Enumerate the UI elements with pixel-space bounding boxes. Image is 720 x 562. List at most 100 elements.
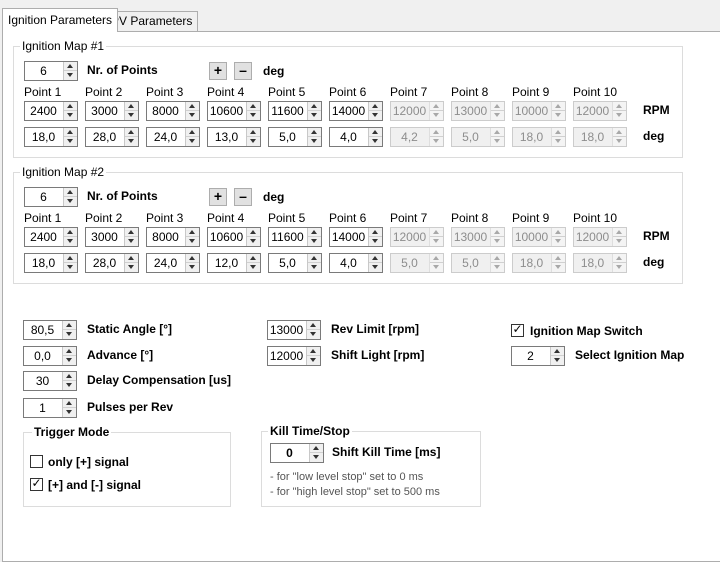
- spin-down-button[interactable]: [308, 237, 321, 246]
- spin-up-button[interactable]: [186, 254, 199, 263]
- map2-deg-point-1[interactable]: 18,0: [24, 253, 78, 273]
- pulses-per-rev-value[interactable]: 1: [24, 399, 61, 417]
- spin-down-button[interactable]: [186, 263, 199, 272]
- map2-deg-point-1-value[interactable]: 18,0: [25, 254, 62, 272]
- map2-deg-point-3[interactable]: 24,0: [146, 253, 200, 273]
- map1-minus-button[interactable]: –: [234, 62, 252, 80]
- map1-deg-point-4[interactable]: 13,0: [207, 127, 261, 147]
- map2-rpm-point-5[interactable]: 11600: [268, 227, 322, 247]
- spin-up-button[interactable]: [310, 444, 323, 453]
- spin-up-button[interactable]: [369, 128, 382, 137]
- spin-down-button[interactable]: [125, 263, 138, 272]
- spin-up-button[interactable]: [64, 254, 77, 263]
- spin-up-button[interactable]: [307, 321, 320, 330]
- select-ignition-map-stepper[interactable]: 2: [511, 346, 565, 366]
- spin-down-button[interactable]: [186, 137, 199, 146]
- spin-up-button[interactable]: [247, 102, 260, 111]
- map1-nr-points-stepper-value[interactable]: 6: [25, 62, 62, 80]
- map2-deg-point-6-value[interactable]: 4,0: [330, 254, 367, 272]
- spin-up-button[interactable]: [125, 254, 138, 263]
- spin-up-button[interactable]: [64, 102, 77, 111]
- spin-down-button[interactable]: [369, 111, 382, 120]
- map2-rpm-point-2[interactable]: 3000: [85, 227, 139, 247]
- map1-rpm-point-1[interactable]: 2400: [24, 101, 78, 121]
- map1-rpm-point-3[interactable]: 8000: [146, 101, 200, 121]
- spin-down-button[interactable]: [369, 237, 382, 246]
- spin-up-button[interactable]: [64, 62, 77, 71]
- map1-rpm-point-1-value[interactable]: 2400: [25, 102, 62, 120]
- spin-down-button[interactable]: [310, 453, 323, 462]
- map2-deg-point-3-value[interactable]: 24,0: [147, 254, 184, 272]
- spin-down-button[interactable]: [307, 356, 320, 365]
- map2-rpm-point-3-value[interactable]: 8000: [147, 228, 184, 246]
- map2-nr-points-stepper[interactable]: 6: [24, 187, 78, 207]
- pulses-per-rev-stepper[interactable]: 1: [23, 398, 77, 418]
- plus-minus-signal-checkbox[interactable]: ✓: [30, 476, 43, 491]
- map2-rpm-point-3[interactable]: 8000: [146, 227, 200, 247]
- spin-up-button[interactable]: [369, 254, 382, 263]
- map1-deg-point-5-value[interactable]: 5,0: [269, 128, 306, 146]
- shift-kill-time-stepper[interactable]: 0: [270, 443, 324, 463]
- map1-deg-point-5[interactable]: 5,0: [268, 127, 322, 147]
- map1-deg-point-2[interactable]: 28,0: [85, 127, 139, 147]
- spin-down-button[interactable]: [551, 356, 564, 365]
- spin-up-button[interactable]: [308, 102, 321, 111]
- map2-deg-point-2-value[interactable]: 28,0: [86, 254, 123, 272]
- spin-down-button[interactable]: [64, 263, 77, 272]
- spin-down-button[interactable]: [63, 381, 76, 390]
- map1-rpm-point-3-value[interactable]: 8000: [147, 102, 184, 120]
- map2-rpm-point-4-value[interactable]: 10600: [208, 228, 245, 246]
- map2-deg-point-4-value[interactable]: 12,0: [208, 254, 245, 272]
- spin-up-button[interactable]: [63, 372, 76, 381]
- spin-down-button[interactable]: [308, 263, 321, 272]
- tab-ignition-parameters[interactable]: Ignition Parameters: [2, 8, 119, 32]
- shift-kill-time-value[interactable]: 0: [271, 444, 308, 462]
- map1-rpm-point-4-value[interactable]: 10600: [208, 102, 245, 120]
- spin-down-button[interactable]: [369, 263, 382, 272]
- advance-value[interactable]: 0,0: [24, 347, 61, 365]
- spin-up-button[interactable]: [247, 254, 260, 263]
- spin-down-button[interactable]: [125, 111, 138, 120]
- advance-stepper[interactable]: 0,0: [23, 346, 77, 366]
- spin-down-button[interactable]: [64, 237, 77, 246]
- spin-up-button[interactable]: [551, 347, 564, 356]
- spin-down-button[interactable]: [186, 111, 199, 120]
- map2-nr-points-stepper-value[interactable]: 6: [25, 188, 62, 206]
- map1-deg-point-3[interactable]: 24,0: [146, 127, 200, 147]
- spin-down-button[interactable]: [64, 111, 77, 120]
- spin-down-button[interactable]: [307, 330, 320, 339]
- map2-rpm-point-2-value[interactable]: 3000: [86, 228, 123, 246]
- spin-up-button[interactable]: [64, 188, 77, 197]
- map1-deg-point-1[interactable]: 18,0: [24, 127, 78, 147]
- map2-rpm-point-4[interactable]: 10600: [207, 227, 261, 247]
- spin-up-button[interactable]: [63, 347, 76, 356]
- ignition-map-switch-checkbox[interactable]: ✓: [511, 322, 524, 337]
- map1-nr-points-stepper[interactable]: 6: [24, 61, 78, 81]
- map1-deg-point-1-value[interactable]: 18,0: [25, 128, 62, 146]
- map1-deg-point-4-value[interactable]: 13,0: [208, 128, 245, 146]
- map2-deg-point-5-value[interactable]: 5,0: [269, 254, 306, 272]
- spin-down-button[interactable]: [63, 408, 76, 417]
- spin-up-button[interactable]: [247, 128, 260, 137]
- map2-plus-button[interactable]: +: [209, 188, 227, 206]
- spin-down-button[interactable]: [64, 137, 77, 146]
- map1-rpm-point-5-value[interactable]: 11600: [269, 102, 306, 120]
- spin-up-button[interactable]: [186, 228, 199, 237]
- spin-up-button[interactable]: [125, 228, 138, 237]
- shift-light-value[interactable]: 12000: [268, 347, 305, 365]
- spin-up-button[interactable]: [63, 399, 76, 408]
- spin-up-button[interactable]: [247, 228, 260, 237]
- spin-up-button[interactable]: [307, 347, 320, 356]
- spin-up-button[interactable]: [186, 102, 199, 111]
- static-angle-value[interactable]: 80,5: [24, 321, 61, 339]
- spin-up-button[interactable]: [308, 128, 321, 137]
- map1-deg-point-2-value[interactable]: 28,0: [86, 128, 123, 146]
- tab-pv-parameters[interactable]: PV Parameters: [105, 11, 199, 32]
- spin-down-button[interactable]: [247, 111, 260, 120]
- map1-deg-point-6[interactable]: 4,0: [329, 127, 383, 147]
- map1-rpm-point-4[interactable]: 10600: [207, 101, 261, 121]
- spin-down-button[interactable]: [369, 137, 382, 146]
- map1-plus-button[interactable]: +: [209, 62, 227, 80]
- spin-down-button[interactable]: [308, 111, 321, 120]
- spin-up-button[interactable]: [369, 102, 382, 111]
